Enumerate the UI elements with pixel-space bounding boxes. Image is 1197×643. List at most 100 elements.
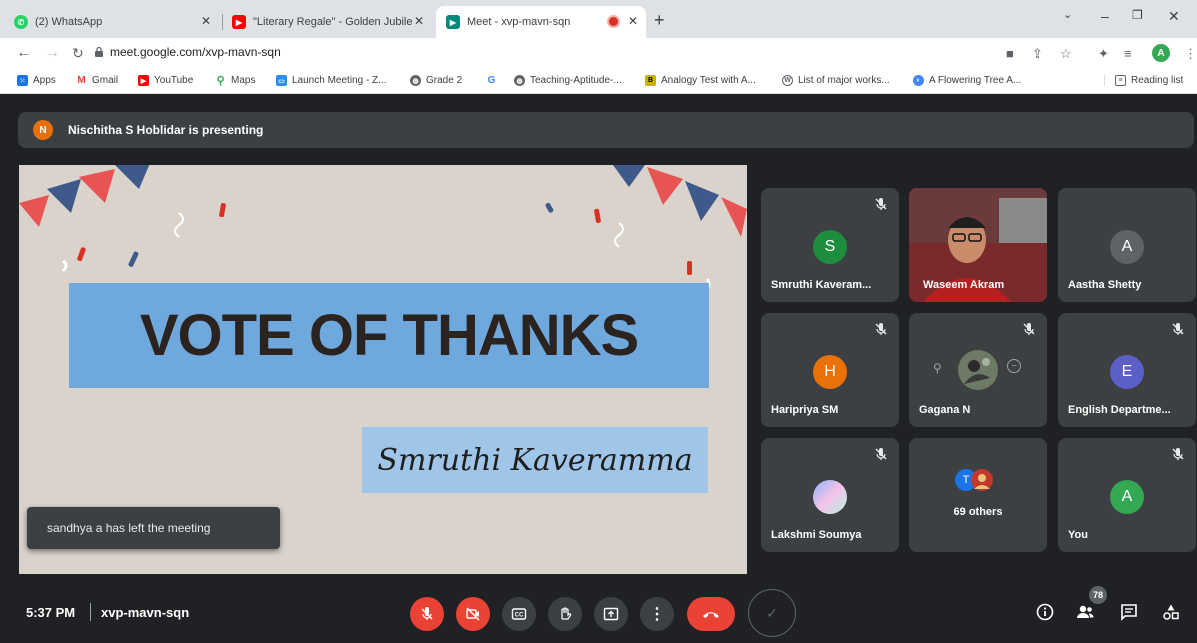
participant-avatar: H xyxy=(813,355,847,389)
google-icon: G xyxy=(486,75,497,86)
camera-off-icon xyxy=(466,607,480,621)
youtube-icon: ▶ xyxy=(232,15,246,29)
present-button[interactable] xyxy=(594,597,628,631)
participant-tile-video[interactable]: Waseem Akram xyxy=(909,188,1047,302)
profile-avatar[interactable]: A xyxy=(1152,44,1170,62)
leave-call-button[interactable] xyxy=(687,597,735,631)
globe-icon: ◍ xyxy=(410,75,421,86)
people-icon xyxy=(1077,605,1094,618)
bookmark-gmail[interactable]: M Gmail xyxy=(76,75,118,86)
maps-pin-icon: ⚲ xyxy=(215,75,226,87)
participant-tile[interactable]: ⚲ − Gagana N xyxy=(909,313,1047,427)
globe-icon: ◍ xyxy=(514,75,525,86)
share-icon[interactable]: ⇪ xyxy=(1032,46,1043,62)
bookmark-google[interactable]: G xyxy=(486,75,502,86)
extensions-icon[interactable]: ✦ xyxy=(1098,46,1109,62)
others-count: 69 others xyxy=(953,506,1003,518)
participant-name: English Departme... xyxy=(1068,404,1171,416)
close-tab-icon[interactable]: ✕ xyxy=(414,14,424,28)
meeting-details-button[interactable] xyxy=(1034,601,1056,623)
reading-list[interactable]: ≡ Reading list xyxy=(1104,75,1183,86)
toggle-camera-button[interactable] xyxy=(456,597,490,631)
svg-text:CC: CC xyxy=(515,613,524,619)
bookmark-apps[interactable]: ⁙ Apps xyxy=(17,75,56,86)
presenter-avatar: N xyxy=(33,120,53,140)
tab-search-icon[interactable]: ⌄ xyxy=(1063,8,1072,21)
participant-photo-avatar xyxy=(958,350,998,390)
more-options-button[interactable]: ⋮ xyxy=(640,597,674,631)
chat-icon xyxy=(1121,604,1137,621)
reaction-button[interactable]: ✓ xyxy=(748,589,796,637)
reload-icon[interactable]: ↻ xyxy=(72,45,84,62)
slide-name: Smruthi Kaveramma xyxy=(377,442,693,478)
whatsapp-icon: ✆ xyxy=(14,15,28,29)
minimize-icon[interactable]: – xyxy=(1101,8,1109,24)
mic-off-icon xyxy=(875,448,887,460)
menu-icon[interactable]: ⋮ xyxy=(1184,46,1197,62)
tab-whatsapp[interactable]: ✆ (2) WhatsApp ✕ xyxy=(14,6,219,38)
participant-name: Gagana N xyxy=(919,404,971,416)
bookmark-major-works[interactable]: W List of major works... xyxy=(782,75,890,86)
activities-button[interactable] xyxy=(1160,601,1182,623)
camera-in-use-icon[interactable]: ■ xyxy=(1006,46,1014,61)
new-tab-icon[interactable]: + xyxy=(654,10,665,31)
close-tab-icon[interactable]: ✕ xyxy=(628,14,638,28)
mic-off-icon xyxy=(875,323,887,335)
bookmark-star-icon[interactable]: ☆ xyxy=(1060,46,1072,62)
tab-literary-regale[interactable]: ▶ "Literary Regale" - Golden Jubile ✕ xyxy=(232,6,432,38)
others-photo-avatar xyxy=(971,469,993,491)
participant-avatar: S xyxy=(813,230,847,264)
forward-icon[interactable]: → xyxy=(44,44,60,62)
bookmark-launch-meeting[interactable]: ▭ Launch Meeting - Z... xyxy=(276,75,387,86)
participant-tile[interactable]: Lakshmi Soumya xyxy=(761,438,899,552)
self-avatar: A xyxy=(1110,480,1144,514)
close-tab-icon[interactable]: ✕ xyxy=(201,14,211,28)
bookmark-maps[interactable]: ⚲ Maps xyxy=(215,75,255,87)
participant-tile[interactable]: E English Departme... xyxy=(1058,313,1196,427)
media-control-icon[interactable]: ≡ xyxy=(1124,46,1132,61)
browser-tab-strip: ✆ (2) WhatsApp ✕ ▶ "Literary Regale" - G… xyxy=(0,0,1197,38)
bookmarks-bar: ⁙ Apps M Gmail ▶ YouTube ⚲ Maps ▭ Launch Meet… xyxy=(0,70,1197,94)
captions-button[interactable]: CC xyxy=(502,597,536,631)
bookmark-flowering-tree[interactable]: ◐ A Flowering Tree A... xyxy=(913,75,1021,86)
participant-name: Haripriya SM xyxy=(771,404,839,416)
bookmark-youtube[interactable]: ▶ YouTube xyxy=(138,75,193,86)
b-site-icon: B xyxy=(645,75,656,86)
left-meeting-toast: sandhya a has left the meeting xyxy=(27,507,280,549)
participant-tile[interactable]: S Smruthi Kaveram... xyxy=(761,188,899,302)
mic-off-icon xyxy=(875,198,887,210)
slide-name-band: Smruthi Kaveramma xyxy=(362,427,708,493)
mic-off-icon xyxy=(421,607,433,620)
participant-gradient-avatar xyxy=(813,480,847,514)
gmail-icon: M xyxy=(76,75,87,86)
remove-icon[interactable]: − xyxy=(1007,359,1021,373)
tab-title: "Literary Regale" - Golden Jubile xyxy=(253,16,413,28)
restore-icon[interactable]: ❐ xyxy=(1132,8,1143,22)
participant-tile[interactable]: A Aastha Shetty xyxy=(1058,188,1196,302)
toggle-mic-button[interactable] xyxy=(410,597,444,631)
close-window-icon[interactable]: ✕ xyxy=(1168,8,1180,25)
pin-icon[interactable]: ⚲ xyxy=(933,361,942,375)
address-bar[interactable]: meet.google.com/xvp-mavn-sqn xyxy=(110,45,281,59)
chat-button[interactable] xyxy=(1118,601,1140,623)
lock-icon[interactable] xyxy=(95,47,103,57)
participant-name: Lakshmi Soumya xyxy=(771,529,862,541)
raise-hand-icon xyxy=(561,607,572,620)
participant-tile[interactable]: H Haripriya SM xyxy=(761,313,899,427)
people-button[interactable] xyxy=(1074,601,1096,623)
activities-shapes-icon xyxy=(1163,604,1179,620)
self-tile[interactable]: A You xyxy=(1058,438,1196,552)
bookmark-grade-2[interactable]: ◍ Grade 2 xyxy=(410,75,462,86)
bookmark-analogy-test[interactable]: B Analogy Test with A... xyxy=(645,75,756,86)
hang-up-icon xyxy=(703,612,719,618)
bookmark-teaching-aptitude[interactable]: ◍ Teaching-Aptitude-... xyxy=(514,75,622,86)
youtube-icon: ▶ xyxy=(138,75,149,86)
tab-meet[interactable]: ▶ Meet - xvp-mavn-sqn ✕ xyxy=(436,6,646,38)
presenter-text: Nischitha S Hoblidar is presenting xyxy=(68,123,264,137)
raise-hand-button[interactable] xyxy=(548,597,582,631)
address-toolbar: ← → ↻ meet.google.com/xvp-mavn-sqn ■ ⇪ ☆… xyxy=(0,38,1197,70)
people-count-badge: 78 xyxy=(1089,586,1107,604)
back-icon[interactable]: ← xyxy=(16,44,32,62)
others-tile[interactable]: T 69 others xyxy=(909,438,1047,552)
participant-name: Waseem Akram xyxy=(923,279,1005,291)
